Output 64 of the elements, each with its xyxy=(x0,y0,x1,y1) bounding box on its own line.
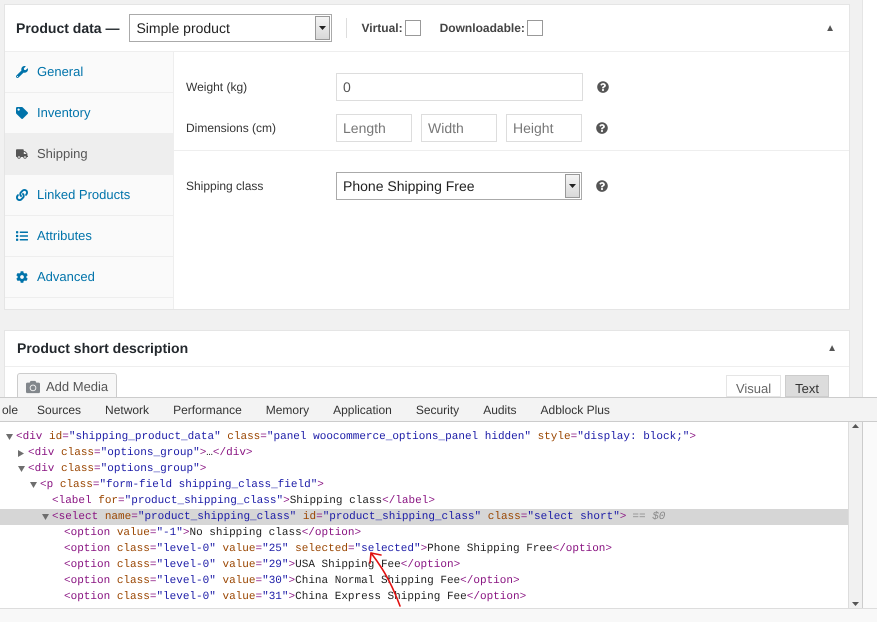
dropdown-caret-icon xyxy=(319,26,326,30)
text-field[interactable]: Height xyxy=(506,114,582,142)
add-media-button[interactable]: Add Media xyxy=(17,373,118,397)
devtools-tab[interactable]: Adblock Plus xyxy=(540,400,610,418)
panel-title: Product data — xyxy=(16,18,120,38)
dom-node-code: <div class="options_group"> xyxy=(28,462,206,477)
link-icon xyxy=(16,189,28,201)
expanded-triangle-icon[interactable] xyxy=(6,434,13,440)
devtools-tab[interactable]: Sources xyxy=(37,400,82,418)
help-icon[interactable] xyxy=(596,122,608,134)
dom-node-code: <p class="form-field shipping_class_field"> xyxy=(40,478,324,493)
devtools-tab[interactable]: ole xyxy=(2,400,18,418)
truck-icon xyxy=(16,148,28,160)
panel-title: Product short description xyxy=(17,339,190,358)
checkbox[interactable] xyxy=(526,20,543,36)
product-tab[interactable]: Advanced xyxy=(5,257,173,298)
wrench-icon xyxy=(16,66,28,78)
product-type-select[interactable]: Simple product xyxy=(129,14,332,42)
editor-tab[interactable]: Visual xyxy=(726,375,782,397)
selected-dom-row[interactable]: <select name="product_shipping_class" id="product_shipping_class" class="select short"> == $0 xyxy=(0,509,848,525)
field-label: Dimensions (cm) xyxy=(186,120,278,136)
dom-node-code: <select name="product_shipping_class" id="product_shipping_class" class="select short"> xyxy=(52,510,626,525)
expanded-triangle-icon[interactable] xyxy=(30,482,37,488)
dropdown-caret-icon xyxy=(569,184,576,188)
expanded-triangle-icon[interactable] xyxy=(42,514,49,520)
expanded-triangle-icon[interactable] xyxy=(18,466,25,472)
devtools-tab[interactable]: Performance xyxy=(173,400,242,418)
tag-icon xyxy=(16,107,28,119)
help-icon[interactable] xyxy=(596,180,608,192)
field-label: Shipping class xyxy=(186,178,264,195)
shipping-class-select[interactable]: Phone Shipping Free xyxy=(336,172,582,200)
collapsed-triangle-icon[interactable] xyxy=(18,450,24,456)
dom-node-code: <label for="product_shipping_class">Shipping class</label> xyxy=(52,494,435,509)
field-label: Weight (kg) xyxy=(186,79,248,96)
text-field[interactable]: Width xyxy=(421,114,497,142)
checkbox[interactable] xyxy=(404,20,421,36)
text-field[interactable]: Length xyxy=(336,114,412,142)
devtools-tab[interactable]: Network xyxy=(105,400,150,418)
dom-node-code: <option class="level-0" value="29">USA Shipping Fee</option> xyxy=(64,558,460,573)
checkbox-label: Virtual: xyxy=(361,20,403,37)
help-icon[interactable] xyxy=(597,81,609,93)
collapse-toggle[interactable]: ▲ xyxy=(825,20,835,36)
gear-icon xyxy=(16,271,28,283)
dom-node-code: <option value="-1">No shipping class</option> xyxy=(64,526,362,541)
console-reference: == $0 xyxy=(632,510,666,525)
product-tab[interactable]: Attributes xyxy=(5,216,173,257)
editor-tab[interactable]: Text xyxy=(785,375,829,397)
devtools-tab[interactable]: Security xyxy=(416,400,460,418)
dom-node-code: <option class="level-0" value="25" selected="selected">Phone Shipping Free</option> xyxy=(64,542,612,557)
text-field[interactable]: 0 xyxy=(336,73,583,101)
checkbox-label: Downloadable: xyxy=(440,20,525,37)
devtools-tab[interactable]: Audits xyxy=(483,400,517,418)
product-tab[interactable]: Shipping xyxy=(5,134,173,175)
product-tab[interactable]: Linked Products xyxy=(5,175,173,216)
dom-node-code: <div class="options_group">…</div> xyxy=(28,446,253,461)
dom-node-code: <div id="shipping_product_data" class="panel woocommerce_options_panel hidden" style="display: block;"> xyxy=(16,430,696,445)
product-tab[interactable]: General xyxy=(5,52,173,93)
scroll-up-icon[interactable] xyxy=(852,424,859,428)
devtools-tab[interactable]: Application xyxy=(333,400,392,418)
media-icon xyxy=(26,380,40,394)
scroll-down-icon[interactable] xyxy=(852,602,859,606)
devtools-tab[interactable]: Memory xyxy=(266,400,310,418)
list-icon xyxy=(16,230,28,242)
collapse-toggle[interactable]: ▲ xyxy=(827,341,837,356)
